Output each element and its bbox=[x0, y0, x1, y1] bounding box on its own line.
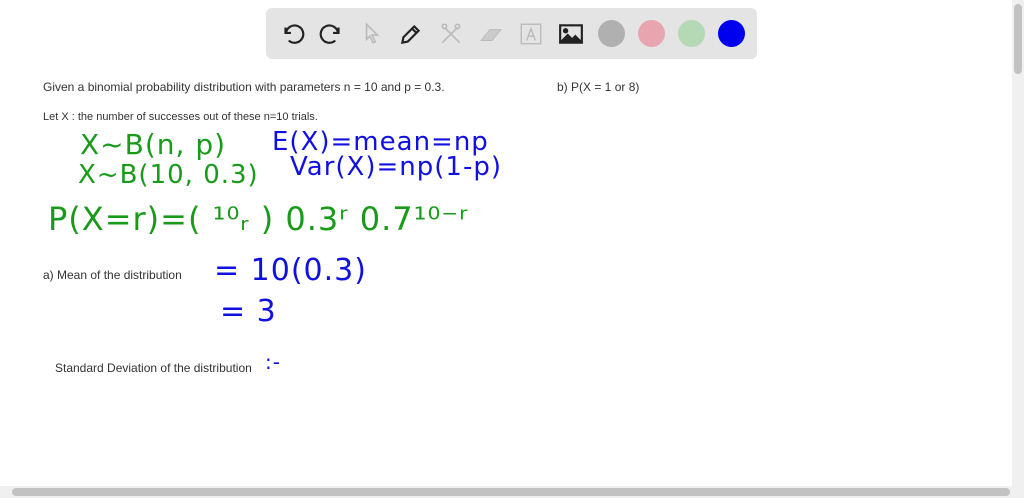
handwriting-mean-result: = 3 bbox=[220, 294, 277, 329]
horizontal-scrollbar[interactable] bbox=[0, 486, 1024, 498]
let-x-text: Let X : the number of successes out of t… bbox=[43, 111, 318, 123]
tools-icon[interactable] bbox=[437, 20, 465, 48]
handwriting-binomial-params: X~B(10, 0.3) bbox=[78, 160, 259, 190]
handwriting-std: :- bbox=[265, 350, 281, 374]
undo-icon[interactable] bbox=[278, 20, 306, 48]
color-pink[interactable] bbox=[638, 20, 665, 47]
problem-text: Given a binomial probability distributio… bbox=[43, 80, 445, 94]
image-icon[interactable] bbox=[557, 20, 585, 48]
part-a-text: a) Mean of the distribution bbox=[43, 268, 182, 282]
vertical-scroll-thumb[interactable] bbox=[1014, 4, 1022, 74]
std-label: Standard Deviation of the distribution bbox=[55, 361, 252, 375]
color-gray[interactable] bbox=[598, 20, 625, 47]
horizontal-scroll-thumb[interactable] bbox=[12, 488, 1010, 496]
text-icon[interactable] bbox=[517, 20, 545, 48]
vertical-scrollbar[interactable] bbox=[1012, 0, 1024, 486]
redo-icon[interactable] bbox=[318, 20, 346, 48]
handwriting-mean-calc: = 10(0.3) bbox=[214, 253, 367, 288]
color-blue[interactable] bbox=[718, 20, 745, 47]
color-green[interactable] bbox=[678, 20, 705, 47]
handwriting-pmf: P(X=r)=( ¹⁰ᵣ ) 0.3ʳ 0.7¹⁰⁻ʳ bbox=[48, 200, 469, 238]
handwriting-binomial: X~B(n, p) bbox=[80, 128, 227, 161]
pen-icon[interactable] bbox=[397, 20, 425, 48]
part-b-text: b) P(X = 1 or 8) bbox=[557, 80, 640, 94]
drawing-toolbar bbox=[266, 8, 757, 59]
select-icon[interactable] bbox=[358, 20, 386, 48]
eraser-icon[interactable] bbox=[477, 20, 505, 48]
handwriting-variance: Var(X)=np(1-p) bbox=[290, 152, 502, 182]
